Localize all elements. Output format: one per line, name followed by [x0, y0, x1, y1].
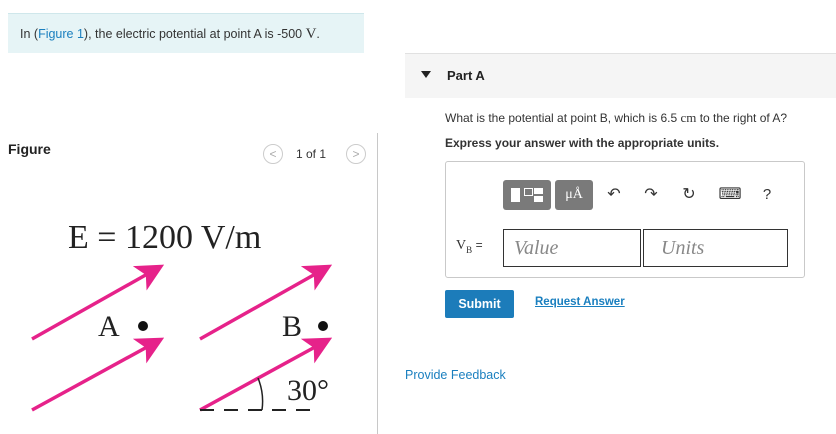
figure-title: Figure	[8, 141, 51, 157]
provide-feedback-link[interactable]: Provide Feedback	[405, 368, 506, 382]
banner-text: ), the electric potential at point A is …	[83, 27, 306, 41]
units-button[interactable]: μÅ	[555, 180, 593, 210]
redo-icon[interactable]: ↷	[640, 180, 662, 210]
help-icon[interactable]: ?	[756, 180, 778, 210]
figure-diagram: E = 1200 V/m A B 30°	[31, 219, 333, 412]
field-arrow	[31, 337, 165, 412]
prev-figure-button[interactable]: <	[263, 144, 283, 164]
templates-icon[interactable]	[503, 180, 551, 210]
instruction-banner: In (Figure 1), the electric potential at…	[8, 13, 364, 53]
collapse-triangle-icon[interactable]	[421, 71, 431, 78]
part-title: Part A	[447, 68, 485, 83]
value-input[interactable]: Value	[503, 229, 641, 267]
angle-arc	[257, 377, 264, 411]
banner-unit: V	[305, 26, 317, 42]
next-figure-button[interactable]: >	[346, 144, 366, 164]
angle-label: 30°	[287, 374, 329, 407]
part-a-header[interactable]: Part A	[405, 53, 836, 98]
point-b-label: B	[282, 310, 302, 343]
keyboard-icon[interactable]: ⌨	[718, 180, 742, 210]
request-answer-link[interactable]: Request Answer	[535, 296, 625, 308]
undo-icon[interactable]: ↶	[603, 180, 625, 210]
reset-icon[interactable]: ↻	[678, 180, 700, 210]
point-a-label: A	[98, 310, 120, 343]
figure-header: Figure < 1 of 1 >	[8, 137, 372, 164]
figure-pager-text: 1 of 1	[296, 147, 327, 161]
point-a-dot	[138, 321, 148, 331]
question-text: What is the potential at point B, which …	[445, 110, 788, 125]
field-equation: E = 1200 V/m	[68, 219, 261, 256]
answer-variable-label: VB =	[456, 238, 483, 255]
point-b-dot	[318, 321, 328, 331]
units-input[interactable]: Units	[643, 229, 788, 267]
banner-end: .	[316, 27, 320, 41]
answer-instruction: Express your answer with the appropriate…	[445, 136, 720, 150]
panel-divider	[377, 133, 378, 434]
banner-prefix: In (	[20, 27, 39, 41]
question-unit: cm	[680, 110, 697, 125]
field-arrow	[199, 264, 333, 341]
figure-link[interactable]: Figure 1	[38, 27, 84, 41]
submit-button[interactable]: Submit	[445, 290, 514, 318]
